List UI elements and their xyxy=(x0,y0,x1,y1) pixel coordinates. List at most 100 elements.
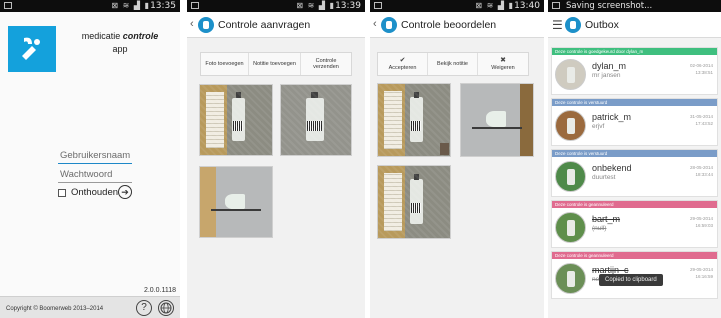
item-name: patrick_m xyxy=(592,112,632,122)
notification-icon xyxy=(191,2,199,9)
photo-thumbnail[interactable] xyxy=(460,83,534,157)
screen-title: Controle aanvragen xyxy=(218,19,311,31)
status-banner: Deze controle is geannuleerd xyxy=(552,252,717,259)
copyright-text: Copyright © Boomerweb 2013–2014 xyxy=(6,306,104,312)
app-logo-icon[interactable] xyxy=(198,17,214,33)
request-check-screen: ⊠ ≋ ▟ ▮ 13:39 ‹ Controle aanvragen Foto … xyxy=(187,0,365,318)
status-bar: ⊠ ≋ ▟ ▮ 13:40 xyxy=(370,0,544,12)
tab-accept[interactable]: ✔ Accepteren xyxy=(378,53,428,75)
password-input[interactable] xyxy=(58,167,132,183)
photo-thumbnail[interactable] xyxy=(199,84,273,156)
action-bar: ‹ Controle aanvragen xyxy=(187,12,365,38)
outbox-screen: Saving screenshot... ☰ Outbox Deze contr… xyxy=(548,0,721,318)
item-date: 31-05-2014 xyxy=(689,114,713,119)
status-banner: Deze controle is verstuurd xyxy=(552,99,717,106)
action-tabs: ✔ Accepteren Bekijk notitie ✖ Weigeren xyxy=(377,52,529,76)
status-time: 13:35 xyxy=(150,1,176,11)
back-chevron-icon[interactable]: ‹ xyxy=(373,18,377,30)
app-logo-icon[interactable] xyxy=(381,17,397,33)
photo-thumbnail[interactable] xyxy=(199,166,273,238)
tab-label: Controle verzenden xyxy=(313,57,339,71)
app-subtitle: app xyxy=(112,44,128,54)
avatar xyxy=(555,110,586,141)
list-item[interactable]: Deze controle is verstuurd onbekend duur… xyxy=(551,149,718,197)
tab-label: Accepteren xyxy=(388,64,417,71)
review-check-screen: ⊠ ≋ ▟ ▮ 13:40 ‹ Controle beoordelen ✔ Ac… xyxy=(370,0,544,318)
username-input[interactable] xyxy=(58,148,132,164)
list-item[interactable]: Deze controle is verstuurd patrick_m erj… xyxy=(551,98,718,146)
tab-label: Foto toevoegen xyxy=(205,60,244,67)
tab-label: Bekijk notitie xyxy=(437,60,468,67)
notification-icon xyxy=(4,2,12,9)
language-button[interactable] xyxy=(158,300,174,316)
item-name: bart_m xyxy=(592,214,621,224)
photo-thumbnail[interactable] xyxy=(377,165,451,239)
photo-thumbnail[interactable] xyxy=(377,83,451,157)
status-time: 13:40 xyxy=(514,1,540,11)
signal-icons: ⊠ ≋ ▟ ▮ xyxy=(111,1,150,10)
app-title: medicatie controle xyxy=(68,31,172,41)
signal-icons: ⊠ ≋ ▟ ▮ xyxy=(475,1,514,10)
status-bar: Saving screenshot... xyxy=(548,0,721,12)
tab-add-note[interactable]: Notitie toevoegen xyxy=(249,53,301,75)
status-time: 13:39 xyxy=(335,1,361,11)
globe-icon xyxy=(160,302,172,314)
screen-title: Controle beoordelen xyxy=(401,19,497,31)
status-banner: Deze controle is verstuurd xyxy=(552,150,717,157)
version-label: 2.0.0.1118 xyxy=(143,287,176,294)
help-button[interactable]: ? xyxy=(136,300,152,316)
item-time: 17:43:52 xyxy=(695,121,713,126)
checkbox-box[interactable] xyxy=(58,188,66,197)
clipboard-toast: Copied to clipboard xyxy=(599,274,663,286)
item-time: 16:16:59 xyxy=(695,274,713,279)
tab-send-check[interactable]: Controle verzenden xyxy=(301,53,351,75)
remember-checkbox[interactable]: Onthouden xyxy=(58,187,118,198)
item-date: 29-05-2014 xyxy=(689,216,713,221)
item-name: dylan_m xyxy=(592,61,627,71)
signal-icons: ⊠ ≋ ▟ ▮ xyxy=(296,1,335,10)
item-time: 16:59:03 xyxy=(695,223,713,228)
item-subtitle: duurtest xyxy=(592,174,616,181)
photo-thumbnail[interactable] xyxy=(280,84,352,156)
check-icon: ✔ xyxy=(399,56,406,64)
status-bar: ⊠ ≋ ▟ ▮ 13:35 xyxy=(0,0,180,12)
tab-reject[interactable]: ✖ Weigeren xyxy=(478,53,528,75)
tab-label: Weigeren xyxy=(491,64,515,71)
item-subtitle: erjvf xyxy=(592,123,605,130)
remember-label: Onthouden xyxy=(71,187,119,198)
status-bar: ⊠ ≋ ▟ ▮ 13:39 xyxy=(187,0,365,12)
notification-icon xyxy=(374,2,382,9)
x-icon: ✖ xyxy=(500,56,506,64)
action-bar: ‹ Controle beoordelen xyxy=(370,12,544,38)
screen-title: Outbox xyxy=(585,19,619,31)
login-screen: ⊠ ≋ ▟ ▮ 13:35 medicatie controle app Ont… xyxy=(0,0,180,318)
avatar xyxy=(555,263,586,294)
app-logo-icon[interactable] xyxy=(565,17,581,33)
tab-label: Notitie toevoegen xyxy=(253,60,296,67)
action-bar: ☰ Outbox xyxy=(548,12,721,38)
app-name-bold: controle xyxy=(122,31,159,41)
login-arrow-button[interactable]: ➔ xyxy=(118,185,132,199)
outbox-list: Deze controle is goedgekeurd door dylan_… xyxy=(551,47,718,302)
footer-bar: Copyright © Boomerweb 2013–2014 ? xyxy=(0,296,180,318)
item-time: 13:38:51 xyxy=(695,70,713,75)
status-banner: Deze controle is geannuleerd xyxy=(552,201,717,208)
app-name-prefix: medicatie xyxy=(81,31,121,41)
tab-add-photo[interactable]: Foto toevoegen xyxy=(201,53,249,75)
item-subtitle: (null) xyxy=(592,225,607,232)
list-item[interactable]: Deze controle is geannuleerd bart_m (nul… xyxy=(551,200,718,248)
pill-logo-icon xyxy=(22,37,40,60)
item-subtitle: mr jansen xyxy=(592,72,621,79)
action-tabs: Foto toevoegen Notitie toevoegen Control… xyxy=(200,52,352,76)
item-name: onbekend xyxy=(592,163,632,173)
back-chevron-icon[interactable]: ‹ xyxy=(190,18,194,30)
status-banner: Deze controle is goedgekeurd door dylan_… xyxy=(552,48,717,55)
item-date: 28-05-2014 xyxy=(689,165,713,170)
item-date: 29-05-2014 xyxy=(689,267,713,272)
menu-icon[interactable]: ☰ xyxy=(552,19,563,31)
tab-view-note[interactable]: Bekijk notitie xyxy=(428,53,478,75)
status-text: Saving screenshot... xyxy=(566,1,653,11)
list-item[interactable]: Deze controle is goedgekeurd door dylan_… xyxy=(551,47,718,95)
avatar xyxy=(555,212,586,243)
avatar xyxy=(555,59,586,90)
